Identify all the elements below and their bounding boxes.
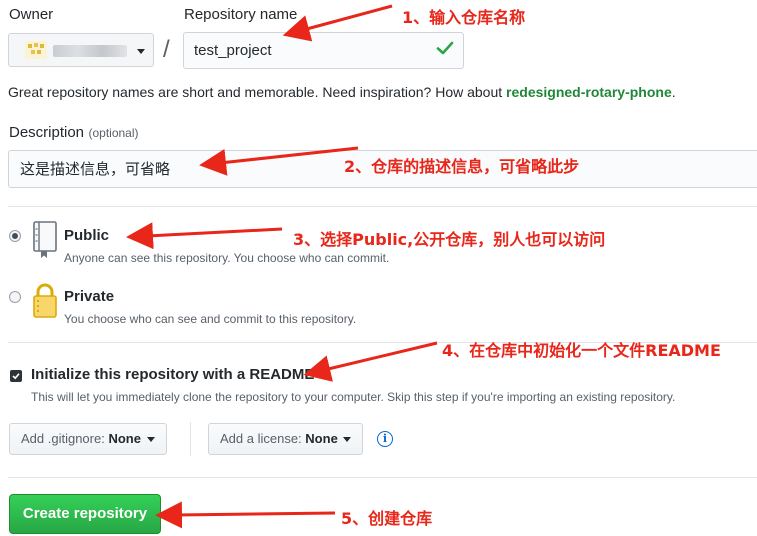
divider xyxy=(8,206,757,207)
owner-label: Owner xyxy=(9,6,54,23)
owner-repo-separator: / xyxy=(163,36,170,63)
arrow-5 xyxy=(155,501,336,529)
owner-name-redacted xyxy=(53,45,127,57)
readme-checkbox[interactable] xyxy=(10,370,22,382)
repo-name-hint: Great repository names are short and mem… xyxy=(8,84,676,100)
chevron-down-icon xyxy=(343,437,352,443)
info-icon[interactable]: i xyxy=(377,431,393,447)
private-radio[interactable] xyxy=(9,291,21,303)
annotation-2: 2、仓库的描述信息，可省略此步 xyxy=(344,157,580,176)
public-radio[interactable] xyxy=(9,230,21,242)
description-label: Description xyxy=(9,124,85,141)
check-icon xyxy=(436,41,454,55)
owner-avatar-icon xyxy=(25,41,47,59)
owner-select[interactable] xyxy=(8,33,154,67)
repo-name-label: Repository name xyxy=(184,6,298,23)
select-divider xyxy=(190,422,191,456)
arrow-3 xyxy=(126,222,283,250)
repo-book-icon xyxy=(33,221,57,258)
public-title: Public xyxy=(64,227,110,244)
gitignore-value: None xyxy=(108,431,141,446)
annotation-arrows xyxy=(126,4,438,529)
annotation-4: 4、在仓库中初始化一个文件README xyxy=(442,341,721,360)
annotation-5: 5、创建仓库 xyxy=(341,509,433,528)
lock-icon xyxy=(33,283,57,318)
repo-name-input[interactable]: test_project xyxy=(183,32,464,69)
license-select[interactable]: Add a license: None xyxy=(208,423,364,455)
divider xyxy=(8,477,757,478)
create-repository-button[interactable]: Create repository xyxy=(9,494,161,534)
arrow-1 xyxy=(282,4,393,42)
hint-suffix: . xyxy=(671,84,676,100)
license-value: None xyxy=(305,431,338,446)
public-description: Anyone can see this repository. You choo… xyxy=(64,251,390,265)
description-optional: (optional) xyxy=(88,126,139,140)
gitignore-prefix: Add .gitignore: xyxy=(21,431,105,446)
readme-label[interactable]: Initialize this repository with a README xyxy=(31,366,314,383)
annotation-1: 1、输入仓库名称 xyxy=(402,8,526,27)
chevron-down-icon xyxy=(146,437,155,443)
description-label-row: Description (optional) xyxy=(9,124,139,142)
readme-description: This will let you immediately clone the … xyxy=(31,390,676,404)
gitignore-select[interactable]: Add .gitignore: None xyxy=(9,423,167,455)
annotation-3: 3、选择Public,公开仓库，别人也可以访问 xyxy=(293,230,606,249)
private-description: You choose who can see and commit to thi… xyxy=(64,312,357,326)
chevron-down-icon xyxy=(137,49,145,54)
name-suggestion-link[interactable]: redesigned-rotary-phone xyxy=(506,84,672,100)
arrow-4 xyxy=(303,341,438,382)
license-prefix: Add a license: xyxy=(220,431,302,446)
checkmark-icon xyxy=(12,373,20,380)
hint-text: Great repository names are short and mem… xyxy=(8,84,507,100)
private-title: Private xyxy=(64,288,115,305)
